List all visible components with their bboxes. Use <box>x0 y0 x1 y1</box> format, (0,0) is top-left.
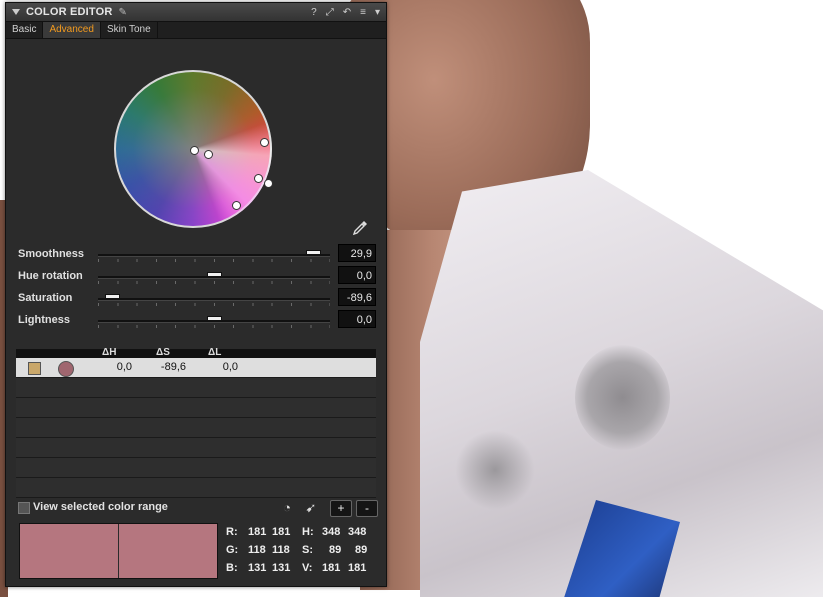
table-row-empty <box>16 458 376 478</box>
readout-v-label: V: <box>302 562 313 574</box>
slider-value-field[interactable]: 0,0 <box>338 310 376 328</box>
slider-ticks <box>98 325 330 328</box>
readout-v-after: 181 <box>348 562 367 574</box>
table-row-empty <box>16 378 376 398</box>
slider-value-field[interactable]: -89,6 <box>338 288 376 306</box>
color-editor-panel: COLOR EDITOR ✎ ? ⤢ ↶ ≡ ▾ Basic Advanced … <box>5 2 387 587</box>
wheel-range-handle-top[interactable] <box>260 138 269 147</box>
reset-icon[interactable]: ↶ <box>343 7 351 18</box>
readout-g-label: G: <box>226 544 239 556</box>
range-enabled-swatch-icon[interactable] <box>28 362 41 375</box>
view-range-checkbox[interactable] <box>18 502 30 514</box>
photo-stain <box>575 345 670 450</box>
slider-ticks <box>98 281 330 284</box>
slider-thumb[interactable] <box>206 272 222 277</box>
slider-thumb[interactable] <box>306 250 322 255</box>
slider-thumb[interactable] <box>206 316 222 321</box>
readout-r-label: R: <box>226 526 238 538</box>
readout-row-b: B: 131 131 V: 181 181 <box>226 560 376 578</box>
eyedropper-icon[interactable] <box>351 219 369 237</box>
slider-hue-rotation: Hue rotation 0,0 <box>16 266 376 288</box>
table-row[interactable]: 0,0 -89,6 0,0 <box>16 358 376 378</box>
header-delta-lightness: ΔL <box>208 347 222 358</box>
tab-bar: Basic Advanced Skin Tone <box>6 22 386 39</box>
wheel-range-handle-outer[interactable] <box>264 179 273 188</box>
pencil-icon[interactable]: ✎ <box>119 7 127 18</box>
color-preview <box>19 523 218 579</box>
remove-range-button[interactable]: - <box>356 500 378 517</box>
wheel-range-handle-bottom[interactable] <box>232 201 241 210</box>
pie-chart-icon[interactable]: ◔ <box>278 499 296 517</box>
preview-before-swatch <box>20 524 118 578</box>
table-row-empty <box>16 438 376 458</box>
header-delta-saturation: ΔS <box>156 347 170 358</box>
expand-icon[interactable]: ⤢ <box>326 7 334 18</box>
slider-thumb[interactable] <box>104 294 120 299</box>
wheel-picked-color-handle[interactable] <box>204 150 213 159</box>
range-color-chip <box>58 361 74 377</box>
slider-ticks <box>98 303 330 306</box>
preview-after-swatch <box>118 524 217 578</box>
table-header: ΔH ΔS ΔL <box>16 347 376 358</box>
panel-titlebar: COLOR EDITOR ✎ ? ⤢ ↶ ≡ ▾ <box>6 3 386 22</box>
readout-b-label: B: <box>226 562 238 574</box>
panel-footer: View selected color range ◔ ➹ + - <box>16 499 378 517</box>
slider-value-field[interactable]: 0,0 <box>338 266 376 284</box>
readout-v-before: 181 <box>322 562 341 574</box>
slider-lightness: Lightness 0,0 <box>16 310 376 332</box>
color-readout: R: 181 181 H: 348 348 G: 118 118 S: 89 8… <box>226 524 376 578</box>
menu-icon[interactable]: ≡ <box>360 7 366 18</box>
table-row-empty <box>16 398 376 418</box>
wheel-range-handle-mid[interactable] <box>254 174 263 183</box>
slider-label: Lightness <box>18 314 70 326</box>
panel-title: COLOR EDITOR <box>26 6 113 18</box>
header-delta-hue: ΔH <box>102 347 117 358</box>
tab-basic[interactable]: Basic <box>6 22 44 38</box>
titlebar-tools: ? ⤢ ↶ ≡ ▾ <box>311 7 380 18</box>
row-delta-saturation: -89,6 <box>160 361 186 373</box>
readout-s-label: S: <box>302 544 313 556</box>
readout-r-after: 181 <box>272 526 291 538</box>
readout-g-before: 118 <box>248 544 266 556</box>
table-row-empty <box>16 418 376 438</box>
readout-h-after: 348 <box>348 526 367 538</box>
readout-g-after: 118 <box>272 544 290 556</box>
tab-advanced[interactable]: Advanced <box>43 22 101 38</box>
color-wheel[interactable] <box>114 70 273 228</box>
readout-h-label: H: <box>302 526 314 538</box>
collapse-triangle-icon[interactable] <box>12 9 20 15</box>
row-delta-lightness: 0,0 <box>222 361 238 373</box>
dropdown-icon[interactable]: ▾ <box>375 7 380 18</box>
slider-label: Hue rotation <box>18 270 83 282</box>
slider-track[interactable] <box>98 298 330 301</box>
add-range-button[interactable]: + <box>330 500 352 517</box>
row-delta-hue: 0,0 <box>116 361 132 373</box>
table-row-empty <box>16 478 376 498</box>
readout-s-before: 89 <box>329 544 342 556</box>
slider-value-field[interactable]: 29,9 <box>338 244 376 262</box>
color-range-table: ΔH ΔS ΔL 0,0 -89,6 0,0 <box>16 347 376 498</box>
readout-b-before: 131 <box>248 562 267 574</box>
picker-cursor-icon[interactable]: ➹ <box>302 499 320 517</box>
view-range-label: View selected color range <box>33 501 168 513</box>
photo-stain-small <box>455 430 535 510</box>
readout-h-before: 348 <box>322 526 341 538</box>
readout-r-before: 181 <box>248 526 267 538</box>
slider-ticks <box>98 259 330 262</box>
slider-label: Smoothness <box>18 248 85 260</box>
slider-smoothness: Smoothness 29,9 <box>16 244 376 266</box>
wheel-center-handle[interactable] <box>190 146 199 155</box>
help-icon[interactable]: ? <box>311 7 317 18</box>
slider-track[interactable] <box>98 254 330 257</box>
slider-label: Saturation <box>18 292 73 304</box>
slider-saturation: Saturation -89,6 <box>16 288 376 310</box>
readout-row-r: R: 181 181 H: 348 348 <box>226 524 376 542</box>
readout-s-after: 89 <box>355 544 368 556</box>
readout-row-g: G: 118 118 S: 89 89 <box>226 542 376 560</box>
readout-b-after: 131 <box>272 562 291 574</box>
tab-skin-tone[interactable]: Skin Tone <box>101 22 158 38</box>
